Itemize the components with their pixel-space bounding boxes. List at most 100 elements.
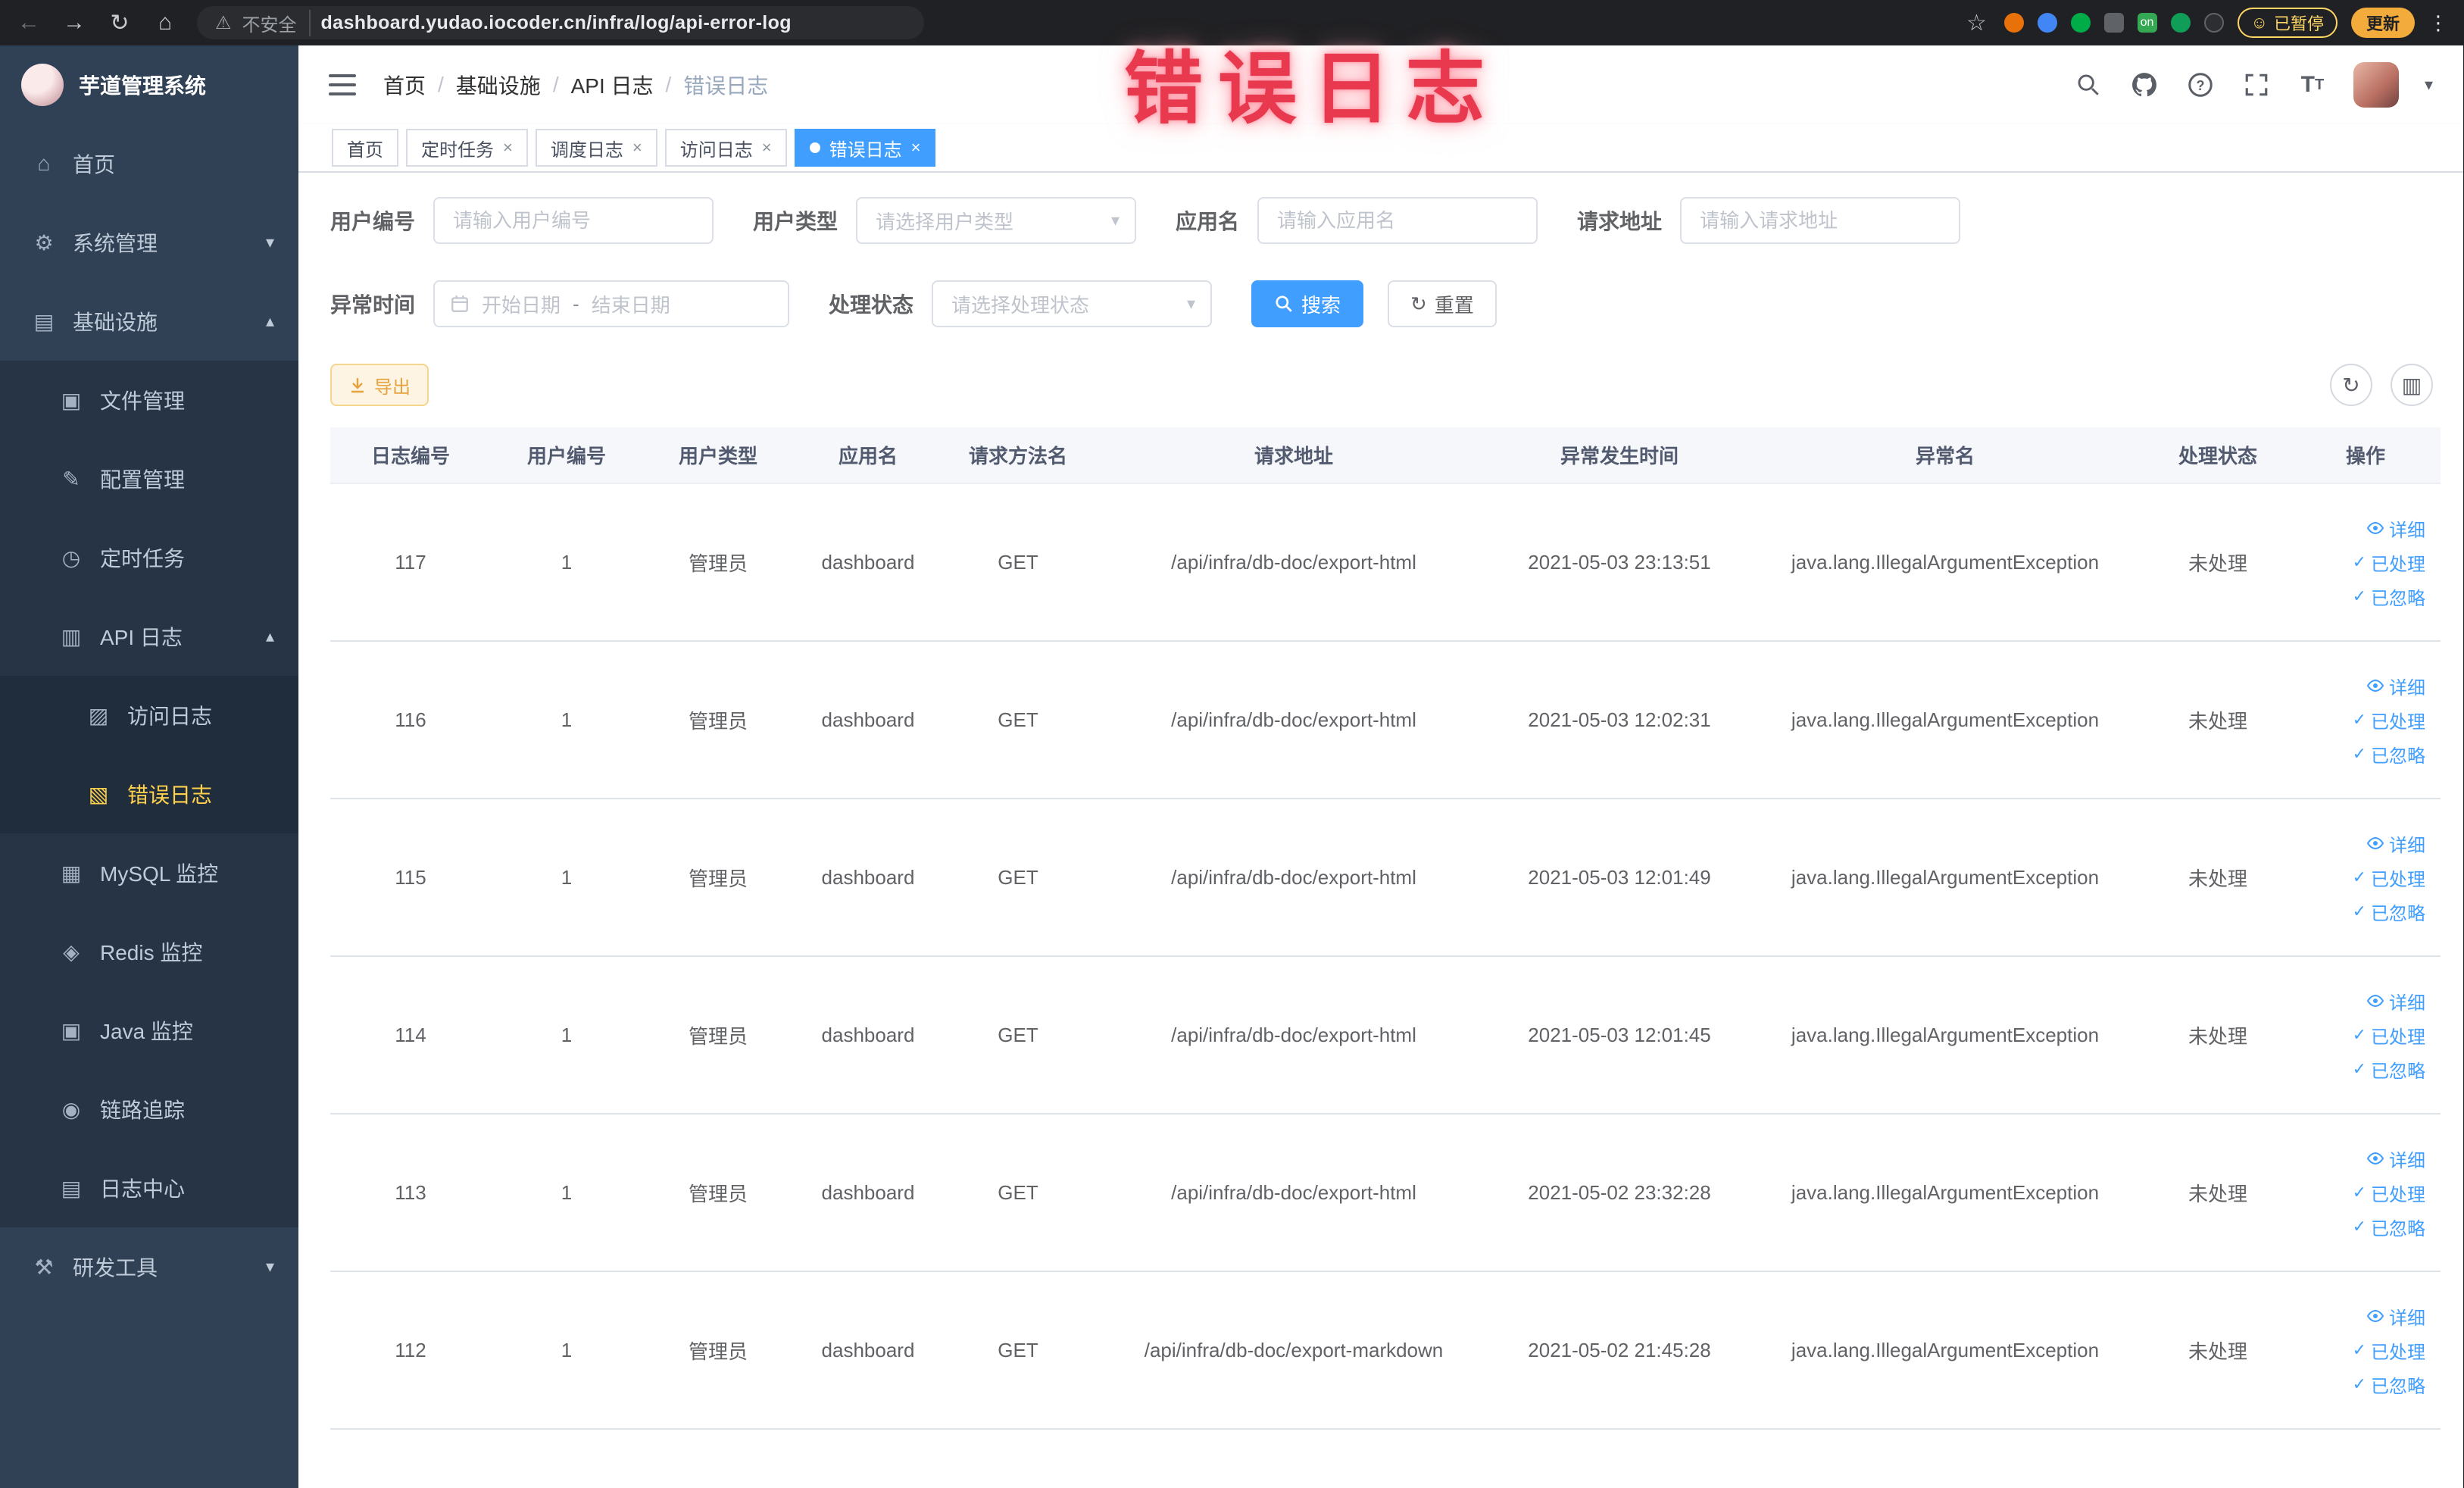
- tab-access-log[interactable]: 访问日志 ×: [664, 129, 787, 167]
- search-button[interactable]: 搜索: [1251, 280, 1364, 327]
- sidebar-item-label: Java 监控: [100, 1020, 193, 1043]
- request-url-label: 请求地址: [1577, 210, 1663, 233]
- sidebar-item-infrastructure[interactable]: ▤ 基础设施 ▴: [0, 282, 298, 361]
- close-icon[interactable]: ×: [911, 138, 921, 158]
- caret-down-icon[interactable]: ▾: [2425, 75, 2433, 95]
- fullscreen-icon[interactable]: [2241, 70, 2272, 100]
- refresh-button[interactable]: ↻: [2330, 364, 2372, 406]
- extension-icon[interactable]: [2003, 13, 2024, 33]
- sidebar-item-access-log[interactable]: ▨ 访问日志: [0, 676, 298, 755]
- select-placeholder: 请选择用户类型: [876, 210, 1014, 233]
- cell-user-id: 1: [491, 956, 642, 1114]
- process-status-select[interactable]: 请选择处理状态 ▾: [932, 280, 1213, 327]
- detail-link[interactable]: 详细: [2366, 673, 2425, 699]
- update-button[interactable]: 更新: [2350, 8, 2415, 38]
- user-avatar[interactable]: [2353, 62, 2399, 108]
- extension-icon[interactable]: [2203, 13, 2224, 33]
- mark-ignored-link[interactable]: ✓ 已忽略: [2353, 1371, 2425, 1398]
- sidebar-item-error-log[interactable]: ▧ 错误日志: [0, 755, 298, 833]
- user-type-label: 用户类型: [753, 210, 839, 233]
- sidebar-item-dev-tools[interactable]: ⚒ 研发工具 ▾: [0, 1227, 298, 1306]
- mark-ignored-link[interactable]: ✓ 已忽略: [2353, 899, 2425, 925]
- sidebar-item-home[interactable]: ⌂ 首页: [0, 124, 298, 203]
- detail-link[interactable]: 详细: [2366, 515, 2425, 542]
- github-icon[interactable]: [2129, 70, 2160, 100]
- table-row: 112 1 管理员 dashboard GET /api/infra/db-do…: [330, 1271, 2441, 1430]
- sidebar-item-system-management[interactable]: ⚙ 系统管理 ▾: [0, 203, 298, 282]
- mark-processed-link[interactable]: ✓ 已处理: [2353, 1180, 2425, 1206]
- request-url-input[interactable]: [1680, 197, 1961, 244]
- tab-error-log[interactable]: 错误日志 ×: [794, 129, 936, 167]
- java-icon: ▣: [61, 1018, 82, 1043]
- user-id-input[interactable]: [433, 197, 714, 244]
- exception-time-range-picker[interactable]: 开始日期 - 结束日期: [433, 280, 790, 327]
- detail-link[interactable]: 详细: [2366, 988, 2425, 1014]
- profile-paused-chip[interactable]: ☺ 已暂停: [2237, 8, 2338, 38]
- cell-method: GET: [942, 483, 1094, 642]
- detail-link[interactable]: 详细: [2366, 1146, 2425, 1172]
- detail-link[interactable]: 详细: [2366, 1303, 2425, 1330]
- mark-ignored-link[interactable]: ✓ 已忽略: [2353, 741, 2425, 767]
- eye-icon: [2366, 679, 2384, 692]
- sidebar-item-link-trace[interactable]: ◉ 链路追踪: [0, 1070, 298, 1149]
- tab-scheduled-tasks[interactable]: 定时任务 ×: [406, 129, 528, 167]
- cell-request-url: /api/infra/db-doc/export-html: [1094, 641, 1494, 799]
- cell-status: 未处理: [2145, 641, 2291, 799]
- extension-icon[interactable]: [2037, 13, 2057, 33]
- sidebar-item-redis-monitor[interactable]: ◈ Redis 监控: [0, 912, 298, 991]
- cell-request-url: /api/infra/db-doc/export-html: [1094, 799, 1494, 957]
- tab-schedule-log[interactable]: 调度日志 ×: [535, 129, 657, 167]
- back-icon[interactable]: ←: [15, 10, 42, 36]
- mark-ignored-link[interactable]: ✓ 已忽略: [2353, 583, 2425, 610]
- mark-processed-link[interactable]: ✓ 已处理: [2353, 864, 2425, 891]
- sidebar-item-file-management[interactable]: ▣ 文件管理: [0, 361, 298, 439]
- close-icon[interactable]: ×: [503, 138, 513, 158]
- sidebar-item-java-monitor[interactable]: ▣ Java 监控: [0, 991, 298, 1070]
- close-icon[interactable]: ×: [632, 138, 642, 158]
- sidebar-item-api-logs[interactable]: ▥ API 日志 ▴: [0, 597, 298, 676]
- breadcrumb-item-infrastructure[interactable]: 基础设施: [456, 70, 541, 100]
- detail-link[interactable]: 详细: [2366, 830, 2425, 857]
- extension-icon[interactable]: [2103, 13, 2124, 33]
- help-icon[interactable]: ?: [2185, 70, 2216, 100]
- sidebar-item-log-center[interactable]: ▤ 日志中心: [0, 1149, 298, 1227]
- breadcrumb-separator: /: [665, 73, 672, 96]
- sidebar-toggle-icon[interactable]: [329, 74, 356, 95]
- check-icon: ✓: [2352, 1374, 2366, 1393]
- mark-ignored-link[interactable]: ✓ 已忽略: [2353, 1214, 2425, 1240]
- user-type-select[interactable]: 请选择用户类型 ▾: [856, 197, 1137, 244]
- mark-processed-link[interactable]: ✓ 已处理: [2353, 1337, 2425, 1364]
- browser-menu-icon[interactable]: ⋮: [2428, 11, 2448, 35]
- column-settings-button[interactable]: ▥: [2391, 364, 2433, 406]
- close-icon[interactable]: ×: [762, 138, 772, 158]
- app-name-input[interactable]: [1257, 197, 1538, 244]
- cell-status: 未处理: [2145, 956, 2291, 1114]
- browser-chrome: ← → ↻ ⌂ ⚠ 不安全 dashboard.yudao.iocoder.cn…: [0, 0, 2463, 45]
- breadcrumb-item-home[interactable]: 首页: [383, 70, 426, 100]
- export-button[interactable]: 导出: [330, 364, 429, 406]
- extension-on-icon[interactable]: on: [2137, 13, 2157, 33]
- mark-processed-link[interactable]: ✓ 已处理: [2353, 707, 2425, 733]
- extension-icon[interactable]: [2170, 13, 2191, 33]
- mark-processed-link[interactable]: ✓ 已处理: [2353, 1022, 2425, 1049]
- mark-processed-link[interactable]: ✓ 已处理: [2353, 549, 2425, 576]
- reset-button[interactable]: ↻ 重置: [1388, 280, 1497, 327]
- sidebar-item-config-management[interactable]: ✎ 配置管理: [0, 439, 298, 518]
- cell-user-id: 1: [491, 483, 642, 642]
- sidebar-item-mysql-monitor[interactable]: ▦ MySQL 监控: [0, 833, 298, 912]
- sidebar-item-scheduled-tasks[interactable]: ◷ 定时任务: [0, 518, 298, 597]
- mark-ignored-link[interactable]: ✓ 已忽略: [2353, 1056, 2425, 1083]
- bookmark-star-icon[interactable]: ☆: [1963, 10, 1991, 36]
- tab-home[interactable]: 首页: [332, 129, 398, 167]
- search-icon[interactable]: [2073, 70, 2103, 100]
- forward-icon[interactable]: →: [61, 10, 88, 36]
- home-icon[interactable]: ⌂: [151, 10, 179, 36]
- app-logo[interactable]: 芋道管理系统: [0, 45, 298, 124]
- reload-icon[interactable]: ↻: [106, 10, 133, 36]
- extension-icon[interactable]: [2070, 13, 2091, 33]
- folder-icon: ▣: [61, 388, 82, 412]
- font-size-icon[interactable]: TT: [2297, 70, 2328, 100]
- breadcrumb-item-current: 错误日志: [683, 74, 769, 98]
- address-bar[interactable]: ⚠ 不安全 dashboard.yudao.iocoder.cn/infra/l…: [197, 6, 924, 39]
- breadcrumb-item-api-logs[interactable]: API 日志: [571, 70, 654, 100]
